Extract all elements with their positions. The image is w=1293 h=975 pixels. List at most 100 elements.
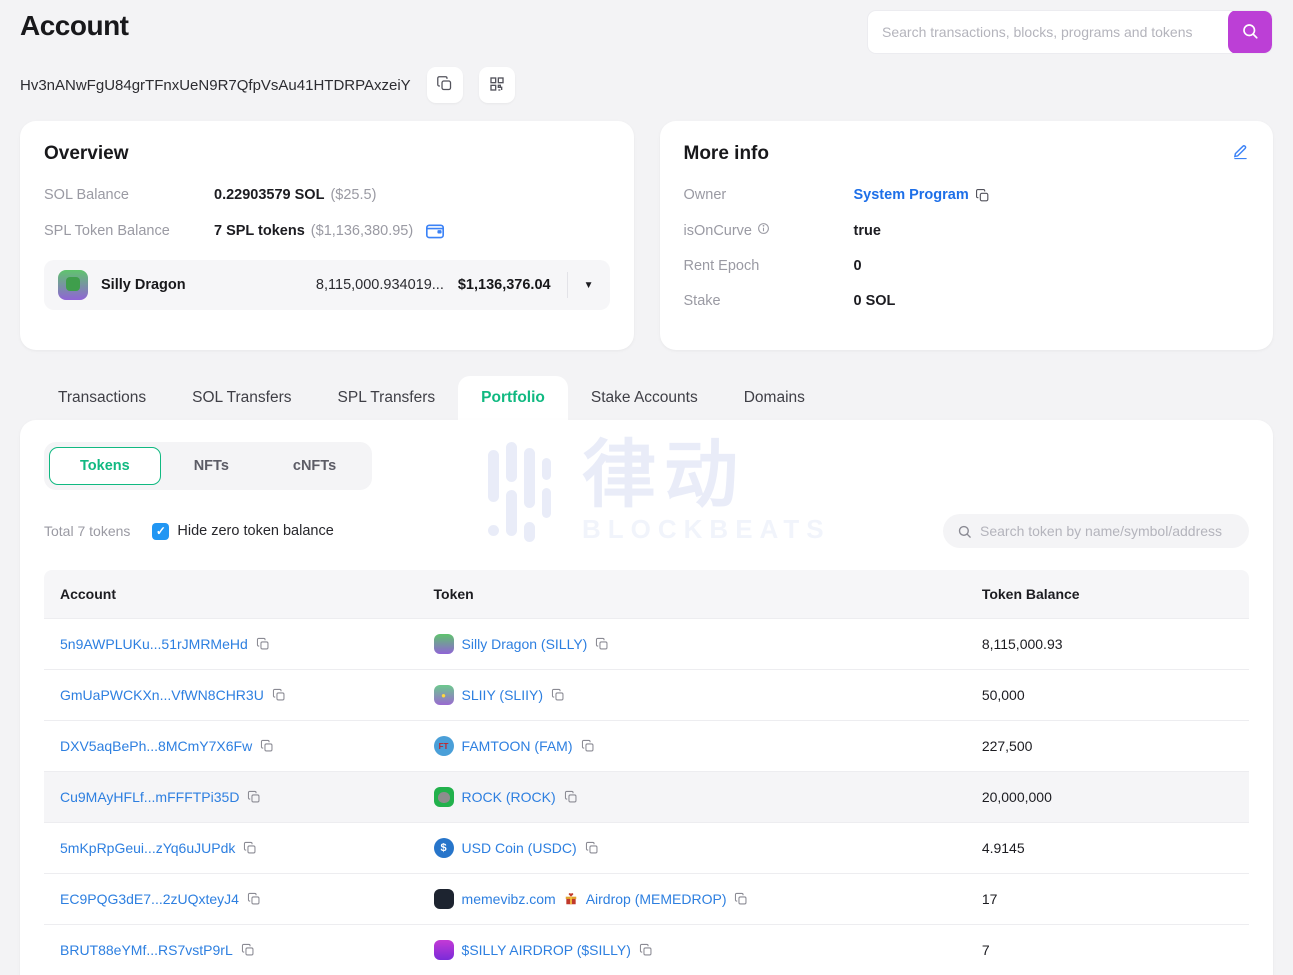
checkbox-checked-icon[interactable]: ✓ bbox=[152, 523, 169, 540]
copy-icon[interactable] bbox=[585, 841, 599, 855]
token-balance: 4.9145 bbox=[966, 825, 1249, 871]
header: Account bbox=[20, 8, 1273, 54]
token-link[interactable]: SLIIY (SLIIY) bbox=[462, 687, 543, 703]
token-link[interactable]: USD Coin (USDC) bbox=[462, 840, 577, 856]
overview-card: Overview SOL Balance 0.22903579 SOL ($25… bbox=[20, 121, 634, 350]
copy-icon[interactable] bbox=[243, 841, 257, 855]
copy-address-button[interactable] bbox=[427, 67, 463, 103]
tab-spl-transfers[interactable]: SPL Transfers bbox=[315, 376, 459, 420]
copy-icon[interactable] bbox=[256, 637, 270, 651]
table-header: Account Token Token Balance bbox=[44, 570, 1249, 618]
token-link[interactable]: FAMTOON (FAM) bbox=[462, 738, 573, 754]
copy-icon[interactable] bbox=[564, 790, 578, 804]
spl-balance-label: SPL Token Balance bbox=[44, 223, 214, 239]
global-search-button[interactable] bbox=[1228, 10, 1272, 54]
gift-icon bbox=[564, 892, 578, 906]
silly-dragon-token-icon bbox=[434, 634, 454, 654]
account-link[interactable]: 5mKpRpGeui...zYq6uJUPdk bbox=[60, 840, 235, 856]
owner-link[interactable]: System Program bbox=[854, 187, 969, 203]
copy-icon bbox=[436, 75, 453, 95]
info-icon[interactable] bbox=[757, 222, 770, 239]
copy-icon[interactable] bbox=[639, 943, 653, 957]
copy-icon[interactable] bbox=[581, 739, 595, 753]
copy-icon[interactable] bbox=[247, 790, 261, 804]
hide-zero-checkbox-wrap[interactable]: ✓ Hide zero token balance bbox=[152, 523, 333, 540]
subtab-nfts[interactable]: NFTs bbox=[163, 447, 260, 485]
qr-code-icon bbox=[489, 76, 505, 95]
token-search-input[interactable] bbox=[980, 523, 1235, 539]
copy-icon[interactable] bbox=[734, 892, 748, 906]
tab-domains[interactable]: Domains bbox=[721, 376, 828, 420]
copy-icon[interactable] bbox=[551, 688, 565, 702]
global-search bbox=[867, 10, 1273, 54]
token-table: Account Token Token Balance 5n9AWPLUKu..… bbox=[44, 570, 1249, 975]
copy-icon[interactable] bbox=[272, 688, 286, 702]
copy-icon[interactable] bbox=[260, 739, 274, 753]
account-link[interactable]: EC9PQG3dE7...2zUQxteyJ4 bbox=[60, 891, 239, 907]
sol-balance-label: SOL Balance bbox=[44, 187, 214, 203]
account-link[interactable]: DXV5aqBePh...8MCmY7X6Fw bbox=[60, 738, 252, 754]
tab-portfolio[interactable]: Portfolio bbox=[458, 376, 568, 420]
total-tokens-text: Total 7 tokens bbox=[44, 523, 130, 539]
edit-button[interactable] bbox=[1232, 143, 1249, 163]
qr-code-button[interactable] bbox=[479, 67, 515, 103]
page-title: Account bbox=[20, 8, 129, 42]
owner-row: Owner System Program bbox=[684, 187, 1250, 203]
copy-icon[interactable] bbox=[975, 188, 990, 203]
watermark-cjk-text: 律动 bbox=[582, 438, 831, 512]
subtab-tokens[interactable]: Tokens bbox=[49, 447, 161, 485]
main-tabs: Transactions SOL Transfers SPL Transfers… bbox=[20, 376, 1273, 420]
top-token-amount: 8,115,000.934019... bbox=[316, 277, 444, 293]
tab-sol-transfers[interactable]: SOL Transfers bbox=[169, 376, 314, 420]
account-link[interactable]: Cu9MAyHFLf...mFFFTPi35D bbox=[60, 789, 239, 805]
token-link[interactable]: $SILLY AIRDROP ($SILLY) bbox=[462, 942, 631, 958]
rent-epoch-label: Rent Epoch bbox=[684, 258, 854, 274]
portfolio-subtabs: Tokens NFTs cNFTs bbox=[44, 442, 372, 490]
table-row: 5n9AWPLUKu...51rJMRMeHd Silly Dragon (SI… bbox=[44, 618, 1249, 669]
account-link[interactable]: BRUT88eYMf...RS7vstP9rL bbox=[60, 942, 233, 958]
token-link-suffix[interactable]: Airdrop (MEMEDROP) bbox=[586, 891, 727, 907]
top-token-name: Silly Dragon bbox=[101, 277, 186, 293]
table-row: DXV5aqBePh...8MCmY7X6Fw FT FAMTOON (FAM)… bbox=[44, 720, 1249, 771]
spl-balance-usd: ($1,136,380.95) bbox=[311, 223, 413, 239]
token-balance: 17 bbox=[966, 876, 1249, 922]
wallet-icon[interactable] bbox=[425, 222, 445, 240]
spl-balance-row: SPL Token Balance 7 SPL tokens ($1,136,3… bbox=[44, 222, 610, 240]
token-balance: 20,000,000 bbox=[966, 774, 1249, 820]
token-balance: 7 bbox=[966, 927, 1249, 973]
col-token-balance: Token Balance bbox=[966, 570, 1249, 618]
isoncurve-label: isOnCurve bbox=[684, 223, 753, 239]
token-link[interactable]: Silly Dragon (SILLY) bbox=[462, 636, 588, 652]
account-address: Hv3nANwFgU84grTFnxUeN9R7QfpVsAu41HTDRPAx… bbox=[20, 77, 411, 94]
top-token-usd: $1,136,376.04 bbox=[458, 277, 551, 293]
search-icon bbox=[957, 524, 972, 539]
account-link[interactable]: GmUaPWCKXn...VfWN8CHR3U bbox=[60, 687, 264, 703]
table-row: BRUT88eYMf...RS7vstP9rL $SILLY AIRDROP (… bbox=[44, 924, 1249, 975]
account-link[interactable]: 5n9AWPLUKu...51rJMRMeHd bbox=[60, 636, 248, 652]
tab-transactions[interactable]: Transactions bbox=[35, 376, 169, 420]
sol-balance-value: 0.22903579 SOL bbox=[214, 187, 324, 203]
stake-value: 0 SOL bbox=[854, 293, 896, 309]
search-icon bbox=[1241, 22, 1259, 43]
table-row: GmUaPWCKXn...VfWN8CHR3U ● SLIIY (SLIIY) … bbox=[44, 669, 1249, 720]
tab-stake-accounts[interactable]: Stake Accounts bbox=[568, 376, 721, 420]
table-row: 5mKpRpGeui...zYq6uJUPdk $ USD Coin (USDC… bbox=[44, 822, 1249, 873]
subtab-cnfts[interactable]: cNFTs bbox=[262, 447, 367, 485]
copy-icon[interactable] bbox=[595, 637, 609, 651]
chevron-down-icon[interactable]: ▼ bbox=[584, 280, 594, 291]
token-balance: 227,500 bbox=[966, 723, 1249, 769]
usdc-token-icon: $ bbox=[434, 838, 454, 858]
more-info-title: More info bbox=[684, 143, 1250, 165]
memedrop-token-icon bbox=[434, 889, 454, 909]
divider bbox=[567, 272, 568, 298]
portfolio-panel: 律动 BLOCKBEATS Tokens NFTs cNFTs Total 7 … bbox=[20, 420, 1273, 975]
copy-icon[interactable] bbox=[241, 943, 255, 957]
copy-icon[interactable] bbox=[247, 892, 261, 906]
token-link[interactable]: ROCK (ROCK) bbox=[462, 789, 556, 805]
token-balance: 8,115,000.93 bbox=[966, 621, 1249, 667]
token-link[interactable]: memevibz.com bbox=[462, 891, 556, 907]
isoncurve-value: true bbox=[854, 223, 881, 239]
spl-balance-value: 7 SPL tokens bbox=[214, 223, 305, 239]
global-search-input[interactable] bbox=[868, 24, 1228, 40]
top-token-dropdown[interactable]: Silly Dragon 8,115,000.934019... $1,136,… bbox=[44, 260, 610, 310]
